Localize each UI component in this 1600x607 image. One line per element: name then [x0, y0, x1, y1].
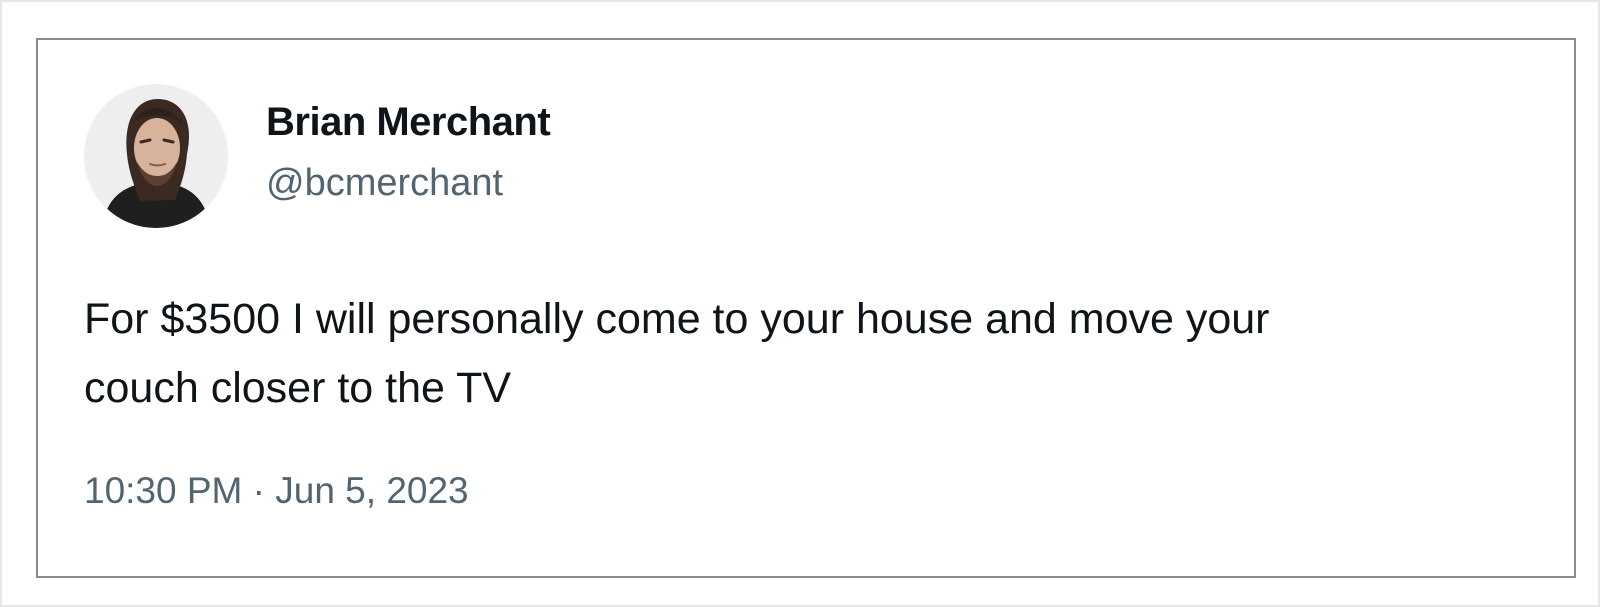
screenshot-frame: Brian Merchant @bcmerchant For $3500 I w…	[0, 0, 1600, 607]
user-handle[interactable]: @bcmerchant	[266, 162, 503, 205]
display-name[interactable]: Brian Merchant	[266, 100, 551, 145]
avatar[interactable]	[84, 84, 228, 228]
tweet-timestamp[interactable]: 10:30 PM · Jun 5, 2023	[84, 470, 469, 512]
tweet-text-line: couch closer to the TV	[84, 364, 512, 412]
tweet-text-line: For $3500 I will personally come to your…	[84, 295, 1270, 343]
profile-photo-icon	[84, 84, 228, 228]
tweet-text: For $3500 I will personally come to your…	[84, 285, 1544, 423]
